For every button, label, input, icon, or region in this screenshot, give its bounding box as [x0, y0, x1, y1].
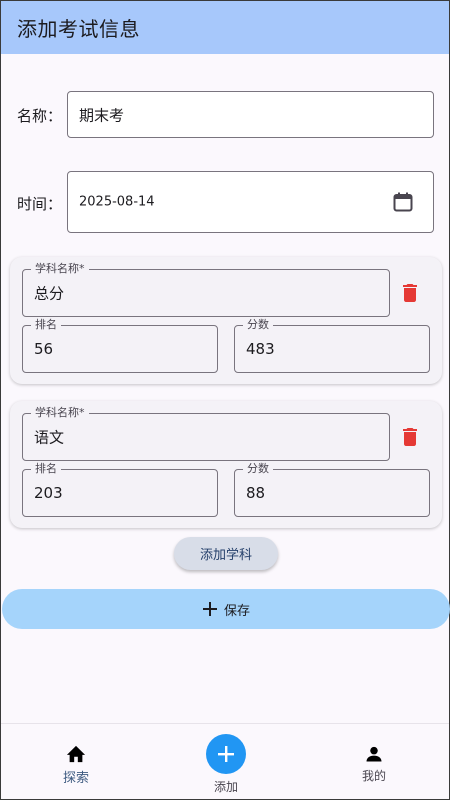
score-field[interactable]: 分数 88	[234, 462, 430, 517]
score-value: 88	[246, 484, 266, 502]
delete-icon[interactable]	[398, 425, 422, 449]
plus-icon	[202, 602, 217, 616]
score-field[interactable]: 分数 483	[234, 318, 430, 373]
rank-label: 排名	[31, 318, 61, 332]
save-button[interactable]: 保存	[2, 589, 450, 629]
time-label: 时间：	[17, 195, 63, 213]
subject-name-label: 学科名称*	[31, 262, 89, 276]
score-label: 分数	[243, 318, 273, 332]
bottom-navigation: 探索 添加 我的	[1, 723, 449, 799]
person-icon	[366, 746, 382, 762]
nav-item-explore[interactable]: 探索	[58, 744, 94, 786]
rank-field[interactable]: 排名 56	[22, 318, 218, 373]
name-label: 名称：	[17, 107, 63, 125]
app-bar: 添加考试信息	[1, 1, 449, 54]
subject-name-value: 总分	[34, 284, 65, 303]
calendar-icon[interactable]	[391, 190, 415, 214]
page-title: 添加考试信息	[17, 17, 140, 41]
nav-item-add[interactable]: 添加	[205, 734, 247, 795]
nav-item-profile[interactable]: 我的	[358, 744, 390, 784]
delete-icon[interactable]	[398, 281, 422, 305]
add-icon	[206, 734, 246, 774]
name-value: 期末考	[79, 106, 125, 124]
save-label: 保存	[223, 603, 250, 619]
score-label: 分数	[243, 462, 273, 476]
subject-name-label: 学科名称*	[31, 406, 89, 420]
subject-name-field[interactable]: 学科名称* 总分	[22, 262, 390, 317]
rank-value: 203	[34, 484, 63, 502]
subject-card: 学科名称* 语文 排名 203 分数 88	[10, 401, 442, 528]
date-field[interactable]: 2025-08-14	[67, 171, 434, 233]
nav-label-explore: 探索	[62, 771, 89, 786]
score-value: 483	[246, 340, 275, 358]
subject-name-field[interactable]: 学科名称* 语文	[22, 406, 390, 461]
home-icon	[66, 745, 86, 763]
subject-name-value: 语文	[34, 428, 65, 447]
date-value: 2025-08-14	[79, 194, 155, 210]
rank-value: 56	[34, 340, 54, 358]
nav-label-profile: 我的	[361, 769, 386, 783]
subject-card: 学科名称* 总分 排名 56 分数 483	[10, 257, 442, 384]
add-subject-button[interactable]: 添加学科	[174, 537, 278, 570]
name-field[interactable]: 期末考	[67, 91, 434, 138]
rank-field[interactable]: 排名 203	[22, 462, 218, 517]
rank-label: 排名	[31, 462, 61, 476]
nav-label-add: 添加	[213, 780, 238, 794]
